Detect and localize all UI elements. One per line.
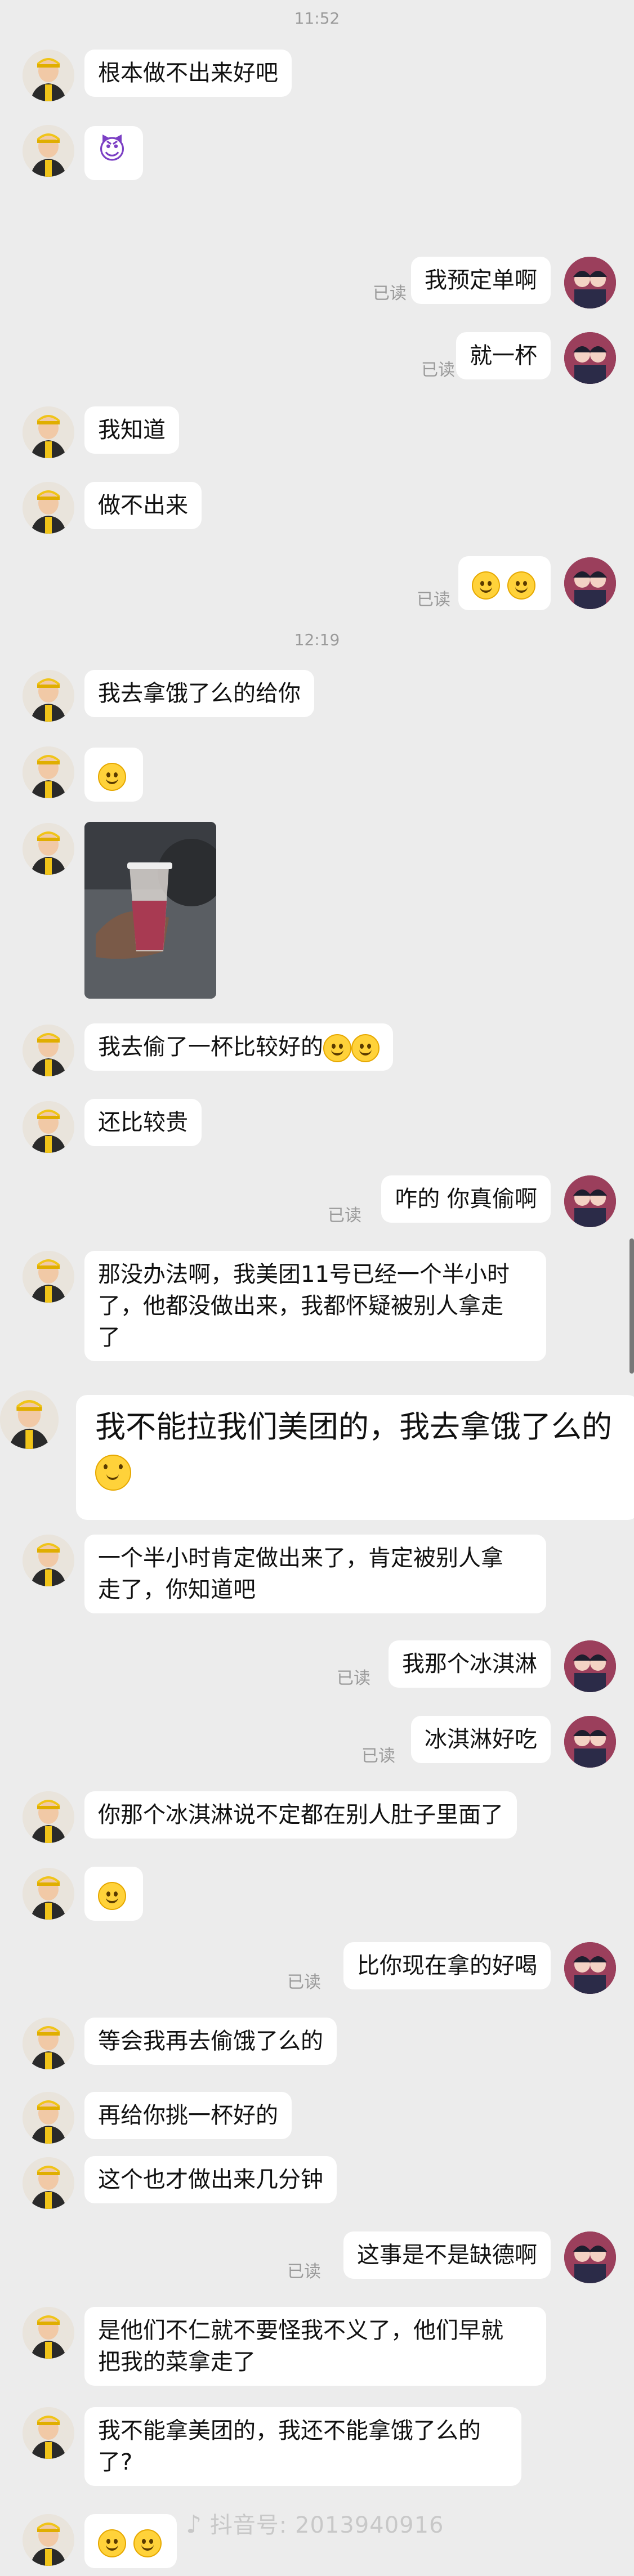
my-avatar[interactable] bbox=[564, 1175, 616, 1227]
message-bubble: 我不能拿美团的，我还不能拿饿了么的 了? bbox=[84, 2407, 521, 2486]
message-bubble bbox=[458, 556, 551, 610]
courier-avatar[interactable] bbox=[23, 1025, 74, 1076]
smile-emoji-icon bbox=[98, 1882, 126, 1910]
courier-avatar[interactable] bbox=[23, 2157, 74, 2209]
message-bubble: 就一杯 bbox=[456, 332, 551, 379]
timestamp: 12:19 bbox=[294, 630, 340, 649]
smile-emoji-icon bbox=[98, 2529, 126, 2557]
message-bubble bbox=[84, 2514, 177, 2568]
message-bubble: 再给你挑一杯好的 bbox=[84, 2092, 292, 2139]
courier-avatar[interactable] bbox=[23, 482, 74, 534]
courier-avatar[interactable] bbox=[0, 1390, 59, 1449]
courier-avatar[interactable] bbox=[23, 125, 74, 177]
my-avatar[interactable] bbox=[564, 2231, 616, 2283]
message-bubble: 等会我再去偷饿了么的 bbox=[84, 2018, 337, 2065]
smile-emoji-icon bbox=[95, 1455, 131, 1491]
my-avatar[interactable] bbox=[564, 1640, 616, 1692]
my-avatar[interactable] bbox=[564, 332, 616, 384]
courier-avatar[interactable] bbox=[23, 50, 74, 101]
courier-avatar[interactable] bbox=[23, 823, 74, 875]
my-avatar[interactable] bbox=[564, 557, 616, 609]
message-bubble: 咋的 你真偷啊 bbox=[381, 1175, 551, 1223]
message-bubble: 还比较贵 bbox=[84, 1099, 202, 1146]
message-bubble: 你那个冰淇淋说不定都在别人肚子里面了 bbox=[84, 1791, 517, 1839]
message-bubble bbox=[84, 748, 143, 802]
message-bubble: 我知道 bbox=[84, 406, 179, 454]
drink-photo[interactable] bbox=[84, 822, 216, 999]
courier-avatar[interactable] bbox=[23, 670, 74, 722]
my-avatar[interactable] bbox=[564, 1716, 616, 1768]
courier-avatar[interactable] bbox=[23, 406, 74, 458]
courier-avatar[interactable] bbox=[23, 2514, 74, 2566]
message-bubble: 😈 bbox=[84, 126, 143, 180]
courier-avatar[interactable] bbox=[23, 1251, 74, 1303]
message-bubble bbox=[84, 1867, 143, 1921]
message-bubble: 这个也才做出来几分钟 bbox=[84, 2156, 337, 2203]
courier-avatar[interactable] bbox=[23, 2407, 74, 2459]
read-receipt: 已读 bbox=[287, 1973, 321, 1992]
courier-avatar[interactable] bbox=[23, 1791, 74, 1843]
dizzy-face-emoji-icon bbox=[507, 571, 535, 600]
smile-emoji-icon bbox=[323, 1034, 351, 1062]
courier-avatar[interactable] bbox=[23, 2092, 74, 2144]
read-receipt: 已读 bbox=[337, 1669, 370, 1688]
message-bubble: 根本做不出来好吧 bbox=[84, 50, 292, 97]
watermark-text: 抖音号: 2013940916 bbox=[209, 2512, 444, 2538]
smile-emoji-icon bbox=[351, 1034, 379, 1062]
message-bubble: 我不能拉我们美团的，我去拿饿了么的 bbox=[76, 1395, 634, 1520]
message-bubble: 我那个冰淇淋 bbox=[389, 1640, 551, 1688]
douyin-watermark: ♪ 抖音号: 2013940916 bbox=[186, 2507, 444, 2539]
courier-avatar[interactable] bbox=[23, 1868, 74, 1920]
timestamp: 11:52 bbox=[294, 9, 340, 28]
read-receipt: 已读 bbox=[373, 284, 407, 303]
my-avatar[interactable] bbox=[564, 1942, 616, 1994]
message-text: 我不能拉我们美团的，我去拿饿了么的 bbox=[95, 1409, 612, 1444]
courier-avatar[interactable] bbox=[23, 1535, 74, 1586]
message-bubble: 那没办法啊，我美团11号已经一个半小时 了，他都没做出来，我都怀疑被别人拿走 了 bbox=[84, 1251, 546, 1361]
courier-avatar[interactable] bbox=[23, 1101, 74, 1153]
scrollbar-thumb[interactable] bbox=[629, 1238, 634, 1374]
courier-avatar[interactable] bbox=[23, 2307, 74, 2359]
courier-avatar[interactable] bbox=[23, 2018, 74, 2069]
douyin-logo-icon: ♪ bbox=[186, 2510, 203, 2539]
shushing-face-emoji-icon bbox=[98, 763, 126, 791]
smile-emoji-icon bbox=[133, 2529, 162, 2557]
devil-emoji-icon: 😈 bbox=[98, 134, 127, 166]
message-bubble: 一个半小时肯定做出来了，肯定被别人拿 走了，你知道吧 bbox=[84, 1535, 546, 1613]
message-bubble: 这事是不是缺德啊 bbox=[343, 2231, 551, 2279]
read-receipt: 已读 bbox=[287, 2262, 321, 2282]
read-receipt: 已读 bbox=[417, 590, 450, 610]
message-bubble: 比你现在拿的好喝 bbox=[343, 1942, 551, 1989]
courier-avatar[interactable] bbox=[23, 746, 74, 798]
message-bubble: 我预定单啊 bbox=[411, 257, 551, 304]
read-receipt: 已读 bbox=[361, 1746, 395, 1766]
message-bubble: 我去偷了一杯比较好的 bbox=[84, 1023, 393, 1071]
message-bubble: 做不出来 bbox=[84, 482, 202, 529]
dizzy-face-emoji-icon bbox=[472, 571, 500, 600]
message-bubble: 冰淇淋好吃 bbox=[411, 1716, 551, 1763]
message-bubble: 是他们不仁就不要怪我不义了，他们早就 把我的菜拿走了 bbox=[84, 2307, 546, 2386]
message-text: 我去偷了一杯比较好的 bbox=[98, 1034, 323, 1060]
read-receipt: 已读 bbox=[421, 360, 455, 380]
my-avatar[interactable] bbox=[564, 257, 616, 308]
read-receipt: 已读 bbox=[328, 1206, 361, 1226]
message-bubble: 我去拿饿了么的给你 bbox=[84, 670, 314, 717]
